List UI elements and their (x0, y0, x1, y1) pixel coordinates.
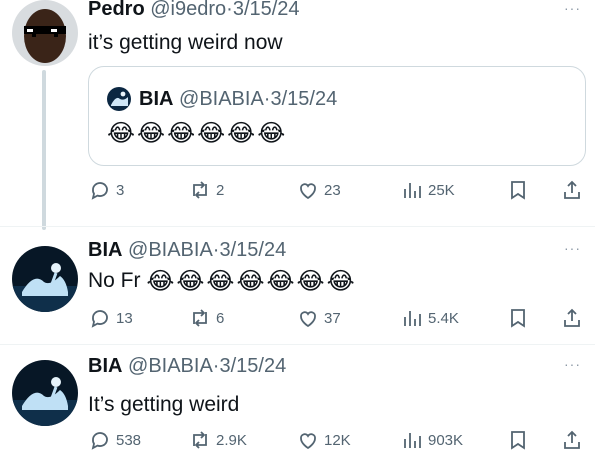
author-handle[interactable]: @i9edro (150, 0, 226, 20)
reply-icon (91, 432, 108, 450)
avatar-image (12, 0, 78, 66)
tweet-text-emoji: 😂😂😂😂😂😂😂 (146, 267, 357, 295)
avatar-image (12, 360, 78, 426)
reply-count: 538 (116, 431, 142, 449)
tweet-header: BIA @BIABIA·3/15/24 (88, 354, 286, 378)
bookmark-button[interactable] (506, 426, 530, 454)
retweet-count: 2.9K (216, 431, 247, 449)
divider (0, 344, 595, 345)
more-options-button[interactable]: ··· (564, 0, 581, 16)
retweet-icon (193, 309, 207, 327)
more-options-button[interactable]: ··· (564, 240, 581, 256)
quoted-avatar (107, 87, 131, 111)
tweet-date[interactable]: 3/15/24 (219, 239, 286, 261)
views-button[interactable]: 903K (400, 426, 463, 454)
like-count: 37 (324, 309, 341, 327)
share-button[interactable] (560, 176, 584, 204)
tweet-pedro[interactable]: Pedro @i9edro·3/15/24 ··· it’s getting w… (0, 0, 595, 232)
retweet-icon (193, 181, 207, 199)
quoted-header: BIA @BIABIA·3/15/24 (139, 87, 337, 111)
heart-icon (300, 433, 316, 450)
avatar-image (12, 246, 78, 312)
heart-icon (300, 183, 316, 200)
views-count: 903K (428, 431, 464, 449)
share-button[interactable] (560, 426, 584, 454)
views-icon (404, 183, 421, 198)
separator: · (226, 0, 233, 20)
bookmark-button[interactable] (506, 304, 530, 332)
action-bar: 538 2.9K 12K 903K (88, 426, 588, 454)
quoted-tweet[interactable]: BIA @BIABIA·3/15/24 😂😂😂😂😂😂 (88, 66, 586, 166)
tweet-text: It’s getting weird (88, 393, 240, 416)
bookmark-button[interactable] (506, 176, 530, 204)
views-icon (404, 433, 421, 448)
tweet-bia-original[interactable]: BIA @BIABIA·3/15/24 ··· It’s getting wei… (0, 346, 595, 461)
heart-icon (300, 311, 316, 328)
avatar-bia[interactable] (12, 246, 78, 312)
quoted-text: 😂😂😂😂😂😂 (107, 119, 288, 147)
retweet-icon (193, 431, 207, 449)
tweet-text: it’s getting weird now (88, 31, 283, 54)
share-button[interactable] (560, 304, 584, 332)
author-name[interactable]: BIA (88, 355, 122, 377)
retweet-button[interactable]: 6 (188, 304, 224, 332)
tweet-text-words: No Fr (88, 269, 141, 292)
retweet-button[interactable]: 2.9K (188, 426, 247, 454)
share-icon (564, 180, 580, 199)
views-button[interactable]: 25K (400, 176, 455, 204)
author-name[interactable]: Pedro (88, 0, 145, 20)
bookmark-icon (511, 431, 525, 450)
like-button[interactable]: 23 (296, 176, 341, 204)
tweet-text: No Fr 😂😂😂😂😂😂😂 (88, 268, 357, 294)
retweet-count: 6 (216, 309, 225, 327)
author-handle[interactable]: @BIABIA (128, 355, 213, 377)
avatar-image (107, 87, 131, 111)
quoted-author-handle: @BIABIA (179, 88, 264, 110)
author-name[interactable]: BIA (88, 239, 122, 261)
reply-button[interactable]: 3 (88, 176, 124, 204)
like-button[interactable]: 37 (296, 304, 341, 332)
like-count: 12K (324, 431, 351, 449)
reply-button[interactable]: 538 (88, 426, 141, 454)
thread-line (42, 70, 46, 230)
bookmark-icon (511, 309, 525, 328)
reply-count: 13 (116, 309, 133, 327)
author-handle[interactable]: @BIABIA (128, 239, 213, 261)
more-options-button[interactable]: ··· (564, 356, 581, 372)
divider (0, 226, 595, 227)
quoted-author-name: BIA (139, 88, 174, 110)
share-icon (564, 308, 580, 327)
retweet-count: 2 (216, 181, 225, 199)
share-icon (564, 430, 580, 449)
action-bar: 3 2 23 25K (88, 176, 588, 204)
avatar-bia[interactable] (12, 360, 78, 426)
tweet-bia-reply[interactable]: BIA @BIABIA·3/15/24 ··· No Fr 😂😂😂😂😂😂😂 13… (0, 232, 595, 342)
views-button[interactable]: 5.4K (400, 304, 459, 332)
reply-icon (91, 310, 108, 328)
views-count: 5.4K (428, 309, 459, 327)
tweet-date[interactable]: 3/15/24 (219, 355, 286, 377)
action-bar: 13 6 37 5.4K (88, 304, 588, 332)
reply-button[interactable]: 13 (88, 304, 133, 332)
tweet-header: Pedro @i9edro·3/15/24 (88, 0, 300, 21)
like-button[interactable]: 12K (296, 426, 351, 454)
like-count: 23 (324, 181, 341, 199)
tweet-header: BIA @BIABIA·3/15/24 (88, 238, 286, 262)
retweet-button[interactable]: 2 (188, 176, 224, 204)
views-icon (404, 311, 421, 326)
avatar-pedro[interactable] (12, 0, 78, 66)
reply-icon (91, 182, 108, 200)
tweet-date[interactable]: 3/15/24 (233, 0, 300, 20)
reply-count: 3 (116, 181, 125, 199)
quoted-date: 3/15/24 (270, 88, 338, 110)
bookmark-icon (511, 181, 525, 200)
views-count: 25K (428, 181, 455, 199)
